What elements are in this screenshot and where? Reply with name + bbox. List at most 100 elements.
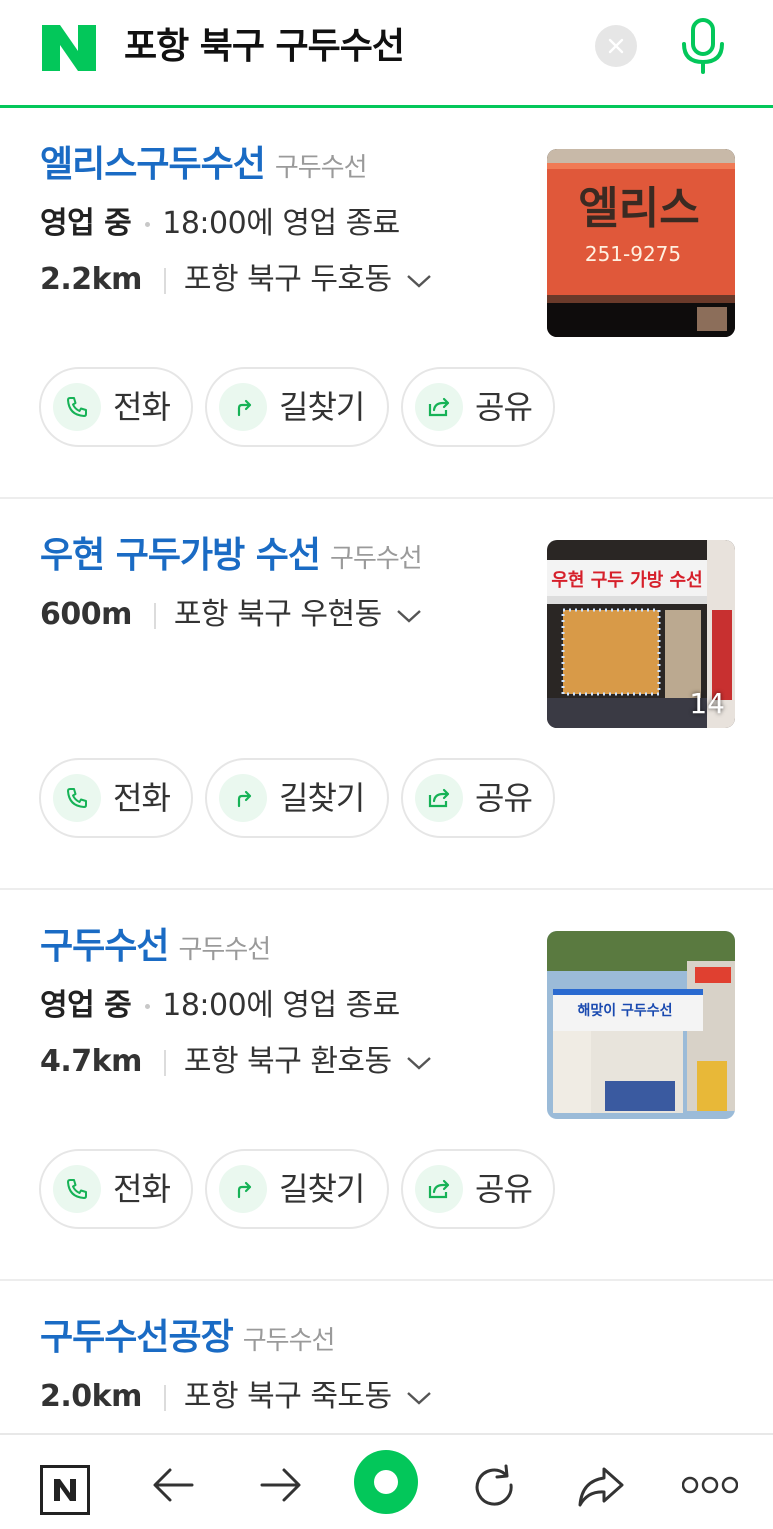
directions-label: 길찾기	[279, 1170, 365, 1208]
share-icon-wrap	[415, 383, 463, 431]
place-title-row: 구두수선 구두수선	[40, 922, 271, 978]
call-label: 전화	[113, 388, 171, 426]
share-icon	[428, 1179, 450, 1199]
browser-toolbar	[0, 1433, 773, 1529]
share-button[interactable]: 공유	[401, 367, 555, 447]
location-row: 2.2km 포항 북구 두호동	[40, 260, 432, 300]
phone-icon-wrap	[53, 1165, 101, 1213]
open-status: 영업 중	[40, 206, 132, 241]
phone-icon	[67, 1179, 87, 1199]
distance: 4.7km	[40, 1044, 142, 1079]
place-category: 구두수선	[274, 153, 368, 183]
place-name[interactable]: 우현 구두가방 수선	[40, 535, 321, 576]
microphone-icon	[682, 18, 726, 74]
place-card[interactable]: 엘리스구두수선 구두수선 영업 중 18:00에 영업 종료 2.2km 포항 북구 …	[0, 108, 773, 499]
share-arrow-icon	[578, 1467, 624, 1507]
green-dot-button[interactable]	[354, 1450, 418, 1514]
dot-separator	[145, 222, 151, 227]
location-row: 600m 포항 북구 우현동	[40, 595, 422, 635]
share-button[interactable]: 공유	[401, 758, 555, 838]
directions-button[interactable]: 길찾기	[205, 1149, 389, 1229]
photo-count: 14	[689, 687, 725, 720]
call-button[interactable]: 전화	[39, 1149, 193, 1229]
address[interactable]: 포항 북구 두호동	[184, 262, 392, 297]
closing-time: 18:00에 영업 종료	[162, 206, 400, 241]
open-status: 영업 중	[40, 988, 132, 1023]
naver-n-icon	[40, 1465, 90, 1515]
share-button[interactable]: 공유	[401, 1149, 555, 1229]
arrow-right-icon	[260, 1468, 301, 1502]
sign-phone: 251-9275	[585, 242, 681, 266]
directions-icon-wrap	[219, 1165, 267, 1213]
share-icon	[428, 397, 450, 417]
place-title-row: 엘리스구두수선 구두수선	[40, 140, 368, 196]
phone-icon	[67, 788, 87, 808]
directions-icon-wrap	[219, 774, 267, 822]
divider	[163, 267, 166, 294]
forward-button[interactable]	[256, 1465, 306, 1515]
place-card[interactable]: 구두수선 구두수선 영업 중 18:00에 영업 종료 4.7km 포항 북구 환호동…	[0, 890, 773, 1281]
arrow-left-icon	[153, 1468, 194, 1502]
place-card[interactable]: 우현 구두가방 수선 구두수선 600m 포항 북구 우현동 우현 구두 가방 수선…	[0, 499, 773, 890]
place-photo[interactable]: 해맞이 구두수선	[547, 931, 735, 1119]
chevron-down-icon[interactable]	[406, 1055, 432, 1071]
results-list: 엘리스구두수선 구두수선 영업 중 18:00에 영업 종료 2.2km 포항 북구 …	[0, 108, 773, 1529]
business-status-row: 영업 중 18:00에 영업 종료	[40, 204, 400, 244]
share-icon-wrap	[415, 774, 463, 822]
address[interactable]: 포항 북구 죽도동	[184, 1379, 392, 1414]
distance: 600m	[40, 597, 132, 632]
address[interactable]: 포항 북구 환호동	[184, 1044, 392, 1079]
naver-home-button[interactable]	[40, 1465, 90, 1515]
directions-arrow-icon	[237, 790, 252, 808]
dot-separator	[145, 1004, 151, 1009]
place-category: 구두수선	[178, 935, 271, 965]
share-label: 공유	[475, 388, 533, 426]
directions-arrow-icon	[237, 399, 252, 417]
place-name[interactable]: 구두수선	[40, 926, 169, 967]
place-photo[interactable]: 우현 구두 가방 수선 14	[547, 540, 735, 728]
back-button[interactable]	[150, 1465, 200, 1515]
directions-button[interactable]: 길찾기	[205, 758, 389, 838]
place-photo[interactable]: 엘리스 251-9275	[547, 149, 735, 337]
naver-logo[interactable]	[42, 25, 96, 71]
place-category: 구두수선	[242, 1326, 336, 1356]
directions-label: 길찾기	[279, 388, 365, 426]
call-label: 전화	[113, 1170, 171, 1208]
chevron-down-icon[interactable]	[406, 273, 432, 289]
location-row: 2.0km 포항 북구 죽도동	[40, 1377, 432, 1417]
clear-search-button[interactable]	[595, 25, 637, 67]
search-bar: 포항 북구 구두수선	[0, 0, 773, 108]
divider	[163, 1384, 166, 1411]
divider	[153, 602, 156, 629]
sign-text: 해맞이 구두수선	[577, 1002, 672, 1019]
directions-button[interactable]: 길찾기	[205, 367, 389, 447]
reload-button[interactable]	[470, 1463, 520, 1513]
directions-icon-wrap	[219, 383, 267, 431]
share-icon-wrap	[415, 1165, 463, 1213]
phone-icon-wrap	[53, 774, 101, 822]
directions-label: 길찾기	[279, 779, 365, 817]
chevron-down-icon[interactable]	[396, 608, 422, 624]
place-name[interactable]: 구두수선공장	[40, 1317, 234, 1358]
distance: 2.0km	[40, 1379, 142, 1414]
share-label: 공유	[475, 1170, 533, 1208]
location-row: 4.7km 포항 북구 환호동	[40, 1042, 432, 1082]
distance: 2.2km	[40, 262, 142, 297]
voice-search-button[interactable]	[676, 18, 730, 76]
sign-text: 엘리스	[578, 183, 699, 234]
reload-icon	[475, 1464, 513, 1506]
share-page-button[interactable]	[576, 1465, 626, 1515]
search-input[interactable]: 포항 북구 구두수선	[124, 22, 405, 72]
closing-time: 18:00에 영업 종료	[162, 988, 400, 1023]
close-icon	[608, 38, 624, 54]
place-name[interactable]: 엘리스구두수선	[40, 144, 266, 185]
more-button[interactable]	[681, 1475, 739, 1495]
place-category: 구두수선	[330, 544, 423, 574]
directions-arrow-icon	[237, 1181, 252, 1199]
address[interactable]: 포항 북구 우현동	[174, 597, 382, 632]
call-button[interactable]: 전화	[39, 758, 193, 838]
phone-icon	[67, 397, 87, 417]
sign-text: 우현 구두 가방 수선	[551, 570, 702, 591]
call-button[interactable]: 전화	[39, 367, 193, 447]
chevron-down-icon[interactable]	[406, 1390, 432, 1406]
